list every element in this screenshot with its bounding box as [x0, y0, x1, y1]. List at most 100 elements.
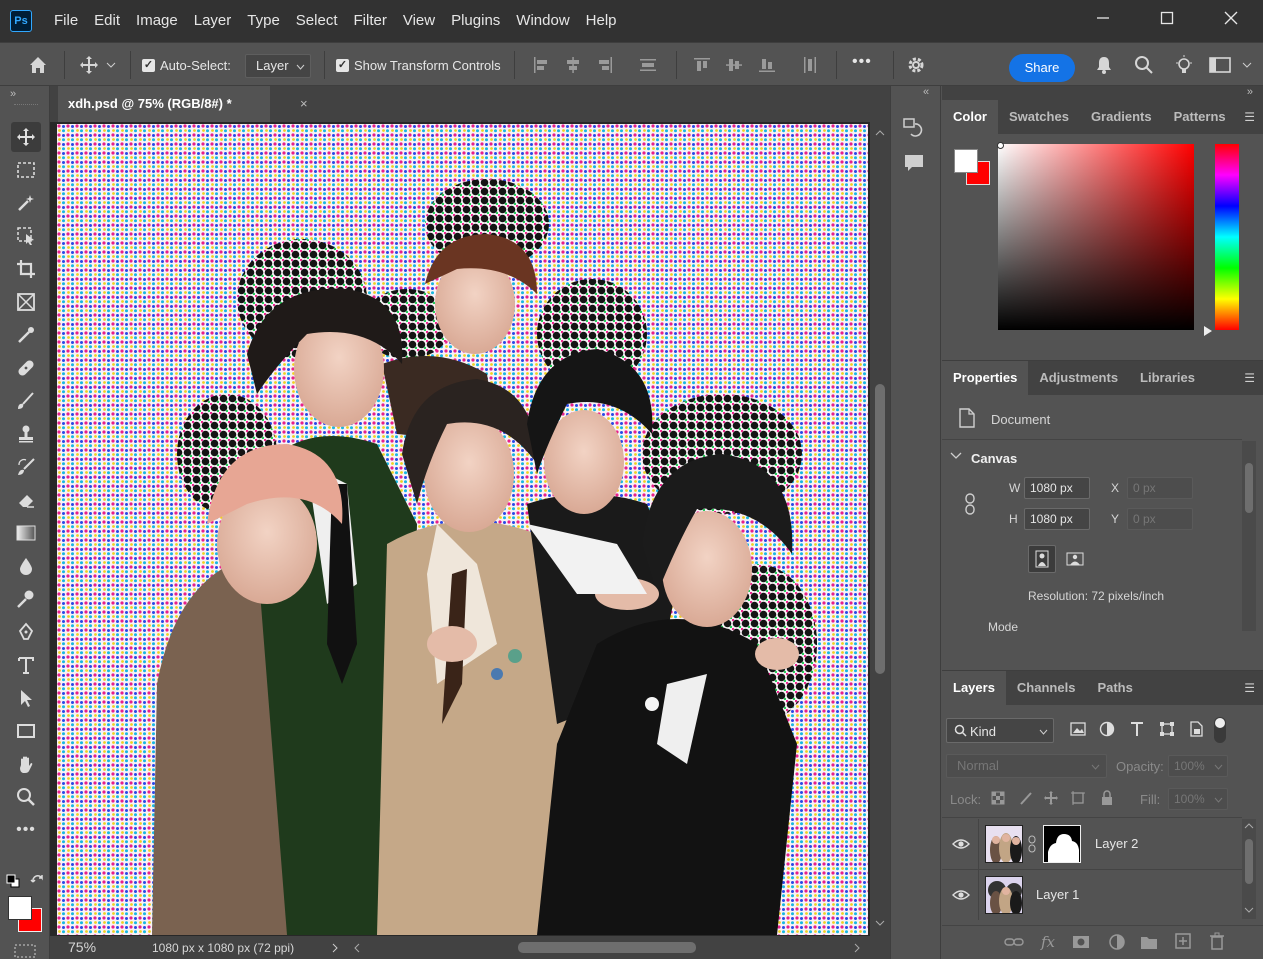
portrait-orientation-button[interactable]: [1028, 545, 1056, 573]
opacity-field[interactable]: 100%: [1168, 755, 1228, 777]
align-top-edges-button[interactable]: [690, 53, 714, 77]
tab-adjustments[interactable]: Adjustments: [1028, 361, 1129, 395]
auto-select-target-dropdown[interactable]: Layer: [245, 54, 311, 78]
layer-mask-thumbnail[interactable]: [1043, 825, 1081, 863]
comments-panel-button[interactable]: [903, 152, 925, 177]
scroll-right-icon[interactable]: [854, 943, 860, 953]
clone-stamp-tool[interactable]: [11, 419, 41, 449]
path-selection-tool[interactable]: [11, 683, 41, 713]
layer-thumbnail[interactable]: [985, 825, 1023, 863]
eye-icon[interactable]: [952, 889, 970, 901]
zoom-tool[interactable]: [11, 782, 41, 812]
pen-tool[interactable]: [11, 617, 41, 647]
healing-brush-tool[interactable]: [11, 353, 41, 383]
menu-type[interactable]: Type: [239, 0, 288, 42]
chevron-right-icon[interactable]: [332, 943, 338, 953]
align-vertical-centers-button[interactable]: [722, 53, 746, 77]
eraser-tool[interactable]: [11, 485, 41, 515]
align-bottom-edges-button[interactable]: [755, 53, 779, 77]
new-group-icon[interactable]: [1140, 934, 1158, 950]
scroll-left-icon[interactable]: [354, 943, 360, 953]
default-colors-icon[interactable]: [6, 874, 20, 888]
crop-selection-tool[interactable]: [11, 221, 41, 251]
tab-channels[interactable]: Channels: [1006, 671, 1087, 705]
auto-select-checkbox[interactable]: ✓: [142, 59, 155, 72]
quick-mask-icon[interactable]: [14, 944, 36, 958]
swap-colors-icon[interactable]: [30, 874, 46, 890]
hue-slider-handle[interactable]: [1204, 326, 1212, 336]
type-tool[interactable]: [11, 650, 41, 680]
show-transform-checkbox[interactable]: ✓: [336, 59, 349, 72]
collapse-panels-icon[interactable]: «: [923, 86, 929, 98]
canvas-width-field[interactable]: 1080 px: [1024, 477, 1090, 499]
menu-filter[interactable]: Filter: [346, 0, 395, 42]
blur-tool[interactable]: [11, 551, 41, 581]
vertical-scroll-thumb[interactable]: [875, 384, 885, 674]
edit-toolbar-button[interactable]: •••: [11, 815, 41, 845]
landscape-orientation-button[interactable]: [1061, 545, 1089, 573]
eyedropper-tool[interactable]: [11, 320, 41, 350]
lock-position-icon[interactable]: [1043, 790, 1059, 806]
workspace-button[interactable]: [1208, 53, 1232, 77]
layer-row[interactable]: Layer 2: [942, 819, 1242, 869]
distribute-horizontal-button[interactable]: [798, 53, 822, 77]
foreground-color-swatch[interactable]: [8, 896, 32, 920]
close-window-button[interactable]: [1199, 0, 1263, 36]
layer-row[interactable]: Layer 1: [942, 870, 1242, 920]
tab-patterns[interactable]: Patterns: [1163, 100, 1237, 134]
menu-select[interactable]: Select: [288, 0, 346, 42]
menu-window[interactable]: Window: [508, 0, 577, 42]
layers-scrollbar[interactable]: [1242, 819, 1256, 919]
menu-layer[interactable]: Layer: [186, 0, 240, 42]
notifications-button[interactable]: [1092, 53, 1116, 77]
fill-field[interactable]: 100%: [1168, 788, 1228, 810]
scroll-down-icon[interactable]: [875, 920, 885, 926]
chevron-down-icon[interactable]: [104, 53, 118, 77]
hand-tool[interactable]: [11, 749, 41, 779]
align-right-edges-button[interactable]: [593, 53, 617, 77]
crop-tool[interactable]: [11, 254, 41, 284]
discover-button[interactable]: [1172, 53, 1196, 77]
foreground-color-chip[interactable]: [954, 149, 978, 173]
properties-scrollbar[interactable]: [1242, 441, 1256, 631]
search-button[interactable]: [1132, 53, 1156, 77]
panel-menu-icon[interactable]: ☰: [1244, 371, 1255, 385]
layer-thumbnail[interactable]: [985, 876, 1023, 914]
rectangle-tool[interactable]: [11, 716, 41, 746]
new-adjustment-layer-icon[interactable]: [1108, 933, 1126, 951]
align-horizontal-centers-button[interactable]: [561, 53, 585, 77]
layer-filter-dropdown[interactable]: Kind: [946, 718, 1054, 743]
home-button[interactable]: [26, 53, 50, 77]
menu-file[interactable]: File: [46, 0, 86, 42]
link-icon[interactable]: [963, 493, 977, 515]
lock-image-pixels-icon[interactable]: [1018, 790, 1034, 806]
menu-help[interactable]: Help: [578, 0, 625, 42]
saturation-brightness-field[interactable]: [998, 144, 1194, 330]
minimize-button[interactable]: [1071, 0, 1135, 36]
canvas-section-title[interactable]: Canvas: [971, 451, 1017, 466]
chevron-down-icon[interactable]: [950, 452, 962, 460]
shape-layer-filter-icon[interactable]: [1159, 721, 1175, 737]
lock-artboard-icon[interactable]: [1070, 790, 1086, 806]
pixel-layer-filter-icon[interactable]: [1070, 722, 1086, 736]
layer-name[interactable]: Layer 1: [1036, 887, 1079, 902]
tab-properties[interactable]: Properties: [942, 361, 1029, 395]
scroll-up-icon[interactable]: [875, 130, 885, 136]
tab-layers[interactable]: Layers: [942, 671, 1006, 705]
align-left-edges-button[interactable]: [529, 53, 553, 77]
rectangular-marquee-tool[interactable]: [11, 155, 41, 185]
tab-libraries[interactable]: Libraries: [1129, 361, 1206, 395]
document-canvas[interactable]: [57, 124, 868, 935]
type-layer-filter-icon[interactable]: [1130, 721, 1144, 737]
close-tab-button[interactable]: ×: [300, 96, 308, 111]
vertical-scrollbar[interactable]: [870, 122, 890, 936]
lock-transparent-pixels-icon[interactable]: [991, 791, 1005, 805]
tab-color[interactable]: Color: [942, 100, 998, 134]
adjustment-layer-filter-icon[interactable]: [1099, 721, 1115, 737]
settings-button[interactable]: [904, 53, 928, 77]
chevron-down-icon[interactable]: [1240, 53, 1254, 77]
distribute-vertical-button[interactable]: [636, 53, 660, 77]
zoom-level[interactable]: 75%: [68, 939, 96, 955]
tab-swatches[interactable]: Swatches: [998, 100, 1080, 134]
move-tool-preset[interactable]: [77, 53, 101, 77]
